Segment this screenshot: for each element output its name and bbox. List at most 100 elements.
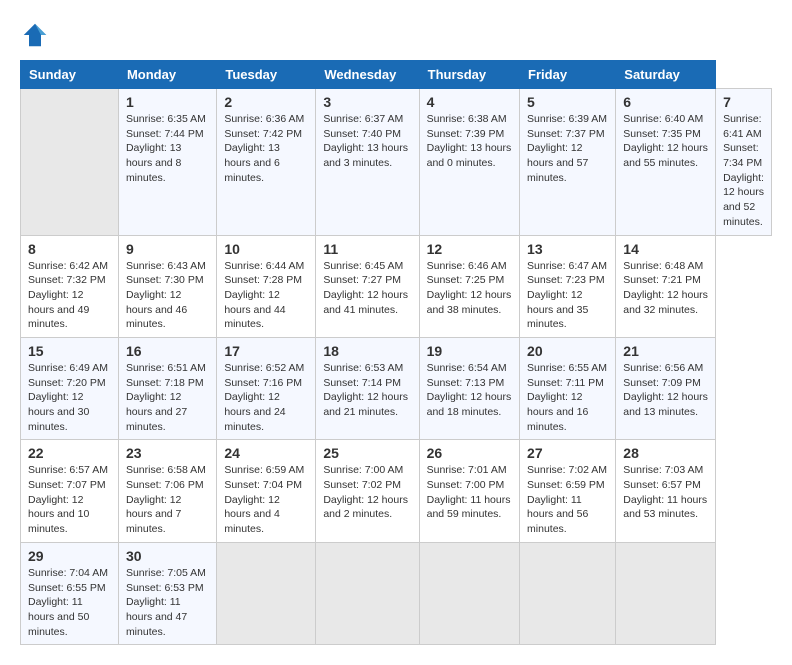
- day-info: Sunrise: 7:03 AMSunset: 6:57 PMDaylight:…: [623, 463, 708, 522]
- day-info: Sunrise: 6:51 AMSunset: 7:18 PMDaylight:…: [126, 361, 209, 434]
- day-number: 20: [527, 343, 608, 359]
- day-number: 22: [28, 445, 111, 461]
- calendar-cell: 5 Sunrise: 6:39 AMSunset: 7:37 PMDaylight…: [520, 89, 616, 236]
- day-number: 11: [323, 241, 411, 257]
- calendar-cell: 4 Sunrise: 6:38 AMSunset: 7:39 PMDaylight…: [419, 89, 519, 236]
- calendar-cell: 22 Sunrise: 6:57 AMSunset: 7:07 PMDayligh…: [21, 440, 119, 542]
- day-number: 5: [527, 94, 608, 110]
- day-number: 6: [623, 94, 708, 110]
- day-number: 21: [623, 343, 708, 359]
- calendar-cell: 24 Sunrise: 6:59 AMSunset: 7:04 PMDayligh…: [217, 440, 316, 542]
- calendar-cell: 20Sunrise: 6:55 AMSunset: 7:11 PMDayligh…: [520, 337, 616, 439]
- day-number: 24: [224, 445, 308, 461]
- calendar-cell: 30 Sunrise: 7:05 AMSunset: 6:53 PMDayligh…: [118, 542, 216, 644]
- day-info: Sunrise: 6:49 AMSunset: 7:20 PMDaylight:…: [28, 361, 111, 434]
- day-info: Sunrise: 6:45 AMSunset: 7:27 PMDaylight:…: [323, 259, 411, 318]
- day-info: Sunrise: 7:02 AMSunset: 6:59 PMDaylight:…: [527, 463, 608, 536]
- day-info: Sunrise: 6:37 AMSunset: 7:40 PMDaylight:…: [323, 112, 411, 171]
- calendar-cell: 27 Sunrise: 7:02 AMSunset: 6:59 PMDayligh…: [520, 440, 616, 542]
- calendar-week-2: 8 Sunrise: 6:42 AMSunset: 7:32 PMDaylight…: [21, 235, 772, 337]
- day-info: Sunrise: 6:56 AMSunset: 7:09 PMDaylight:…: [623, 361, 708, 420]
- calendar-week-3: 15 Sunrise: 6:49 AMSunset: 7:20 PMDayligh…: [21, 337, 772, 439]
- day-number: 14: [623, 241, 708, 257]
- day-number: 4: [427, 94, 512, 110]
- calendar-cell: 10 Sunrise: 6:44 AMSunset: 7:28 PMDayligh…: [217, 235, 316, 337]
- day-info: Sunrise: 6:39 AMSunset: 7:37 PMDaylight:…: [527, 112, 608, 185]
- day-info: Sunrise: 7:00 AMSunset: 7:02 PMDaylight:…: [323, 463, 411, 522]
- day-number: 29: [28, 548, 111, 564]
- calendar-table: SundayMondayTuesdayWednesdayThursdayFrid…: [20, 60, 772, 645]
- weekday-header-wednesday: Wednesday: [316, 61, 419, 89]
- day-number: 25: [323, 445, 411, 461]
- weekday-header-monday: Monday: [118, 61, 216, 89]
- day-number: 2: [224, 94, 308, 110]
- day-number: 23: [126, 445, 209, 461]
- day-info: Sunrise: 7:01 AMSunset: 7:00 PMDaylight:…: [427, 463, 512, 522]
- calendar-week-5: 29 Sunrise: 7:04 AMSunset: 6:55 PMDayligh…: [21, 542, 772, 644]
- day-info: Sunrise: 6:47 AMSunset: 7:23 PMDaylight:…: [527, 259, 608, 332]
- calendar-cell: 29 Sunrise: 7:04 AMSunset: 6:55 PMDayligh…: [21, 542, 119, 644]
- weekday-header-tuesday: Tuesday: [217, 61, 316, 89]
- day-number: 12: [427, 241, 512, 257]
- calendar-cell: 15 Sunrise: 6:49 AMSunset: 7:20 PMDayligh…: [21, 337, 119, 439]
- day-number: 1: [126, 94, 209, 110]
- day-info: Sunrise: 6:59 AMSunset: 7:04 PMDaylight:…: [224, 463, 308, 536]
- calendar-cell: [217, 542, 316, 644]
- calendar-header: SundayMondayTuesdayWednesdayThursdayFrid…: [21, 61, 772, 89]
- weekday-header-thursday: Thursday: [419, 61, 519, 89]
- logo: [20, 20, 54, 50]
- day-info: Sunrise: 6:43 AMSunset: 7:30 PMDaylight:…: [126, 259, 209, 332]
- calendar-cell: 16Sunrise: 6:51 AMSunset: 7:18 PMDayligh…: [118, 337, 216, 439]
- calendar-cell: 23Sunrise: 6:58 AMSunset: 7:06 PMDayligh…: [118, 440, 216, 542]
- day-number: 10: [224, 241, 308, 257]
- weekday-header-friday: Friday: [520, 61, 616, 89]
- day-info: Sunrise: 7:04 AMSunset: 6:55 PMDaylight:…: [28, 566, 111, 639]
- calendar-cell: 19 Sunrise: 6:54 AMSunset: 7:13 PMDayligh…: [419, 337, 519, 439]
- day-info: Sunrise: 6:54 AMSunset: 7:13 PMDaylight:…: [427, 361, 512, 420]
- day-number: 19: [427, 343, 512, 359]
- day-info: Sunrise: 6:57 AMSunset: 7:07 PMDaylight:…: [28, 463, 111, 536]
- day-info: Sunrise: 6:42 AMSunset: 7:32 PMDaylight:…: [28, 259, 111, 332]
- calendar-week-4: 22 Sunrise: 6:57 AMSunset: 7:07 PMDayligh…: [21, 440, 772, 542]
- calendar-cell: 1Sunrise: 6:35 AMSunset: 7:44 PMDaylight…: [118, 89, 216, 236]
- day-number: 3: [323, 94, 411, 110]
- calendar-cell: [616, 542, 716, 644]
- calendar-cell: 7 Sunrise: 6:41 AMSunset: 7:34 PMDaylight…: [716, 89, 772, 236]
- calendar-cell: [21, 89, 119, 236]
- calendar-cell: [316, 542, 419, 644]
- day-number: 9: [126, 241, 209, 257]
- day-number: 7: [723, 94, 764, 110]
- calendar-cell: 3 Sunrise: 6:37 AMSunset: 7:40 PMDaylight…: [316, 89, 419, 236]
- weekday-header-row: SundayMondayTuesdayWednesdayThursdayFrid…: [21, 61, 772, 89]
- day-info: Sunrise: 6:41 AMSunset: 7:34 PMDaylight:…: [723, 112, 764, 230]
- day-number: 8: [28, 241, 111, 257]
- calendar-cell: 21 Sunrise: 6:56 AMSunset: 7:09 PMDayligh…: [616, 337, 716, 439]
- day-number: 26: [427, 445, 512, 461]
- calendar-cell: 9 Sunrise: 6:43 AMSunset: 7:30 PMDaylight…: [118, 235, 216, 337]
- calendar-cell: 11 Sunrise: 6:45 AMSunset: 7:27 PMDayligh…: [316, 235, 419, 337]
- calendar-cell: 2 Sunrise: 6:36 AMSunset: 7:42 PMDaylight…: [217, 89, 316, 236]
- calendar-cell: 8 Sunrise: 6:42 AMSunset: 7:32 PMDaylight…: [21, 235, 119, 337]
- day-number: 17: [224, 343, 308, 359]
- day-info: Sunrise: 6:46 AMSunset: 7:25 PMDaylight:…: [427, 259, 512, 318]
- day-info: Sunrise: 7:05 AMSunset: 6:53 PMDaylight:…: [126, 566, 209, 639]
- calendar-cell: 17 Sunrise: 6:52 AMSunset: 7:16 PMDayligh…: [217, 337, 316, 439]
- day-info: Sunrise: 6:44 AMSunset: 7:28 PMDaylight:…: [224, 259, 308, 332]
- calendar-cell: 14Sunrise: 6:48 AMSunset: 7:21 PMDayligh…: [616, 235, 716, 337]
- calendar-week-1: 1Sunrise: 6:35 AMSunset: 7:44 PMDaylight…: [21, 89, 772, 236]
- weekday-header-saturday: Saturday: [616, 61, 716, 89]
- calendar-cell: [520, 542, 616, 644]
- calendar-cell: 28 Sunrise: 7:03 AMSunset: 6:57 PMDayligh…: [616, 440, 716, 542]
- day-number: 15: [28, 343, 111, 359]
- day-number: 18: [323, 343, 411, 359]
- calendar-cell: 12 Sunrise: 6:46 AMSunset: 7:25 PMDayligh…: [419, 235, 519, 337]
- day-number: 27: [527, 445, 608, 461]
- day-info: Sunrise: 6:53 AMSunset: 7:14 PMDaylight:…: [323, 361, 411, 420]
- weekday-header-sunday: Sunday: [21, 61, 119, 89]
- day-number: 30: [126, 548, 209, 564]
- logo-icon: [20, 20, 50, 50]
- day-info: Sunrise: 6:52 AMSunset: 7:16 PMDaylight:…: [224, 361, 308, 434]
- day-info: Sunrise: 6:38 AMSunset: 7:39 PMDaylight:…: [427, 112, 512, 171]
- day-number: 28: [623, 445, 708, 461]
- day-info: Sunrise: 6:36 AMSunset: 7:42 PMDaylight:…: [224, 112, 308, 185]
